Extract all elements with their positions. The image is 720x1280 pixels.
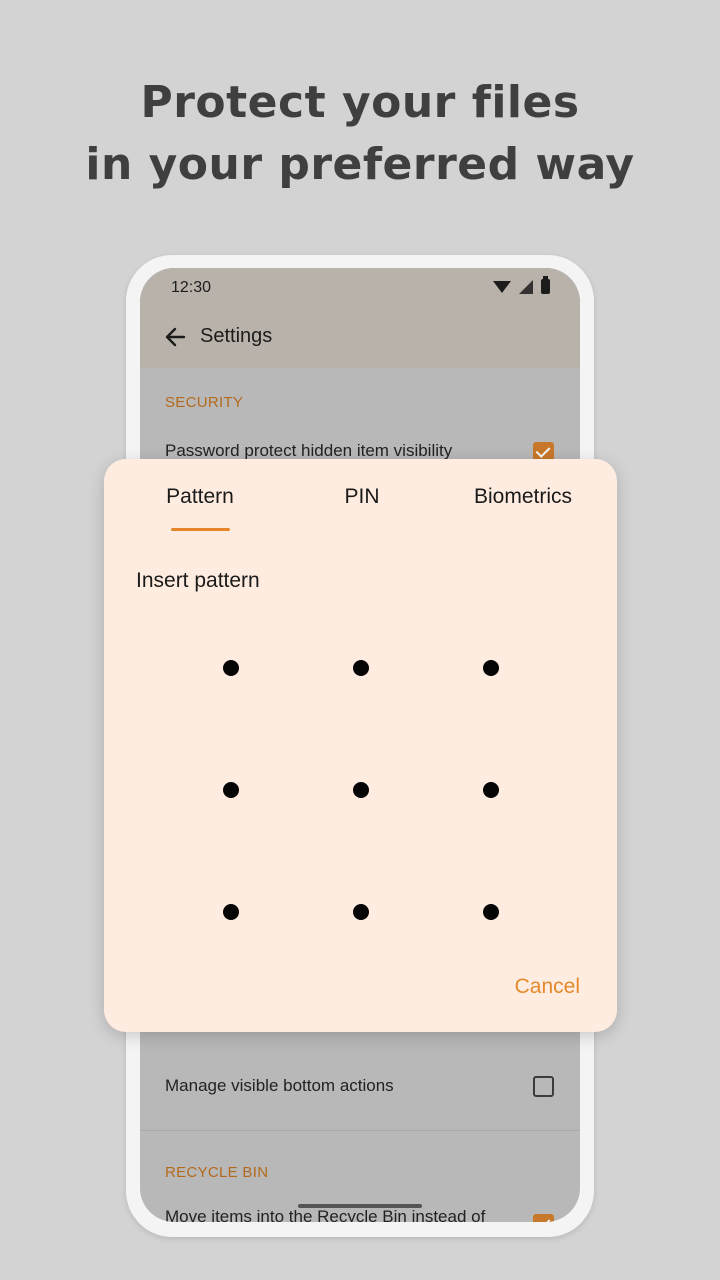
pattern-dot[interactable]: [483, 660, 499, 676]
headline-line-2: in your preferred way: [85, 139, 635, 190]
pattern-dot[interactable]: [223, 782, 239, 798]
home-indicator: [298, 1204, 422, 1208]
cellular-icon: [519, 279, 533, 294]
pattern-dot[interactable]: [353, 782, 369, 798]
app-bar: Settings: [140, 308, 580, 368]
security-dialog: Pattern PIN Biometrics Insert pattern Ca…: [104, 459, 617, 1032]
pattern-dot[interactable]: [483, 904, 499, 920]
tab-pin[interactable]: PIN: [314, 485, 410, 509]
wifi-icon: [493, 280, 511, 293]
section-security: SECURITY: [165, 394, 244, 411]
section-recycle-bin: RECYCLE BIN: [165, 1164, 269, 1181]
recycle-bin-row-label[interactable]: Move items into the Recycle Bin instead …: [165, 1207, 485, 1222]
status-icons: [493, 276, 550, 294]
arrow-left-icon[interactable]: [164, 326, 186, 348]
pattern-prompt: Insert pattern: [136, 569, 260, 592]
pattern-dot[interactable]: [223, 904, 239, 920]
manage-bottom-actions-label[interactable]: Manage visible bottom actions: [165, 1076, 394, 1096]
pattern-dot[interactable]: [353, 904, 369, 920]
cancel-button[interactable]: Cancel: [515, 975, 580, 999]
divider: [140, 1130, 580, 1131]
headline-line-1: Protect your files: [140, 77, 580, 128]
active-tab-indicator: [171, 528, 230, 531]
recycle-bin-checkbox[interactable]: [533, 1214, 554, 1222]
tab-biometrics[interactable]: Biometrics: [462, 485, 584, 509]
headline: Protect your files in your preferred way: [0, 72, 720, 196]
password-protect-label[interactable]: Password protect hidden item visibility: [165, 441, 452, 461]
status-bar: 12:30: [140, 268, 580, 308]
pattern-dot[interactable]: [223, 660, 239, 676]
status-time: 12:30: [171, 279, 212, 296]
battery-icon: [541, 276, 550, 294]
pattern-dot[interactable]: [483, 782, 499, 798]
pattern-dot[interactable]: [353, 660, 369, 676]
manage-bottom-actions-checkbox[interactable]: [533, 1076, 554, 1097]
page-title: Settings: [200, 325, 273, 347]
tab-pattern[interactable]: Pattern: [144, 485, 256, 509]
